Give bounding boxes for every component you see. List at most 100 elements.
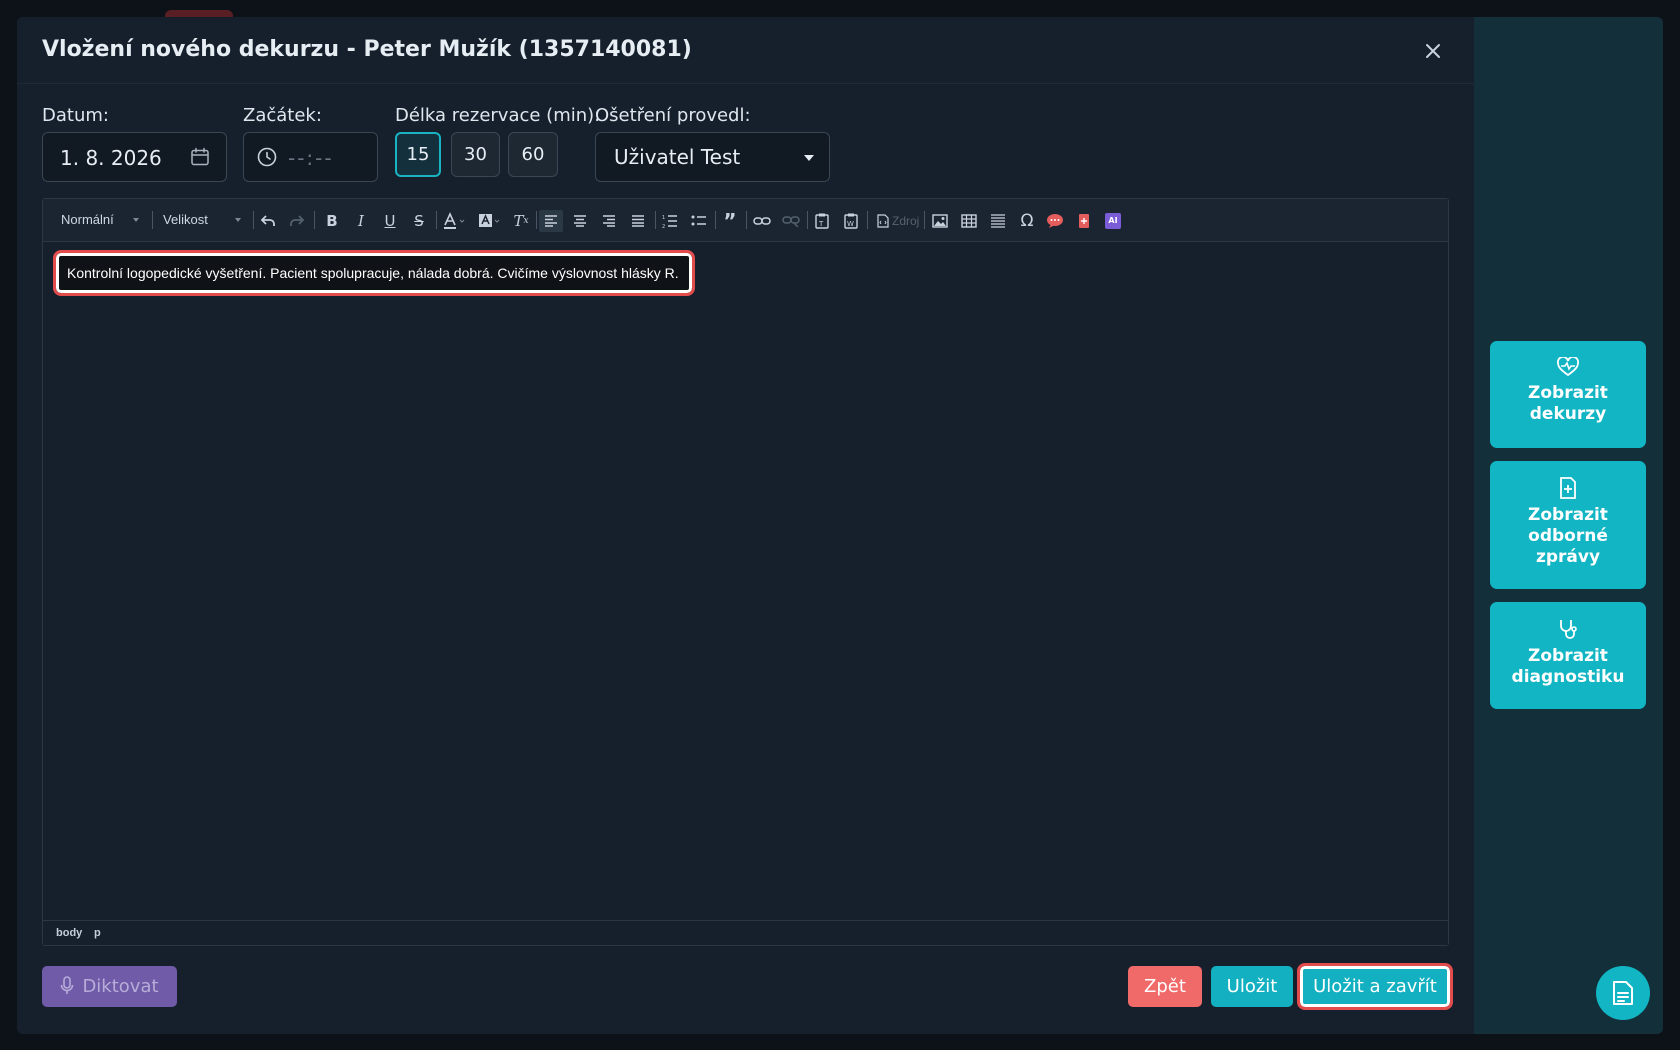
toolbar-separator: [924, 211, 925, 229]
table-icon[interactable]: [957, 210, 981, 232]
dictate-button[interactable]: Diktovat: [42, 966, 177, 1007]
redo-icon[interactable]: [285, 210, 309, 232]
size-combo[interactable]: Velikost: [153, 209, 245, 231]
paste-text-icon[interactable]: T: [810, 210, 834, 232]
start-label: Začátek:: [243, 105, 322, 126]
show-dekurzy-button[interactable]: Zobrazit dekurzy: [1490, 341, 1646, 448]
svg-text:T: T: [818, 220, 824, 228]
comment-icon[interactable]: [1043, 210, 1067, 232]
performed-by-label: Ošetření provedl:: [595, 105, 751, 126]
save-and-close-button[interactable]: Uložit a zavřít: [1297, 963, 1453, 1010]
back-button[interactable]: Zpět: [1128, 966, 1202, 1007]
align-center-icon[interactable]: [568, 210, 592, 232]
path-item-body[interactable]: body: [56, 927, 82, 939]
remove-format-icon[interactable]: Tx: [509, 210, 533, 232]
show-diagnostics-line1: Zobrazit: [1528, 646, 1608, 666]
toolbar-separator: [536, 211, 537, 229]
stethoscope-icon: [1560, 620, 1577, 639]
svg-text:2: 2: [662, 224, 665, 228]
duration-15-button[interactable]: 15: [395, 132, 441, 177]
close-button[interactable]: [1421, 39, 1445, 63]
svg-text:W: W: [847, 220, 854, 228]
template-icon[interactable]: [1072, 210, 1096, 232]
align-left-icon[interactable]: [539, 210, 563, 232]
ai-label: AI: [1105, 213, 1121, 229]
date-value: 1. 8. 2026: [60, 146, 162, 170]
show-diagnostics-button[interactable]: Zobrazit diagnostiku: [1490, 602, 1646, 709]
format-combo-label: Normální: [61, 212, 114, 227]
toolbar-separator: [867, 211, 868, 229]
editor-toolbar: Normální Velikost B I U S Tx 1 2 ” T W Z…: [43, 199, 1448, 242]
show-dekurzy-line2: dekurzy: [1529, 404, 1607, 424]
toolbar-separator: [655, 211, 656, 229]
show-reports-line3: zprávy: [1535, 547, 1601, 567]
dialog-main: Vložení nového dekurzu - Peter Mužík (13…: [17, 17, 1474, 1034]
show-reports-button[interactable]: Zobrazit odborné zprávy: [1490, 461, 1646, 589]
duration-label: Délka rezervace (min):: [395, 105, 601, 126]
start-time-placeholder: --:--: [288, 146, 334, 170]
clock-icon: [256, 146, 278, 168]
editor-status-bar: body p: [43, 920, 1448, 945]
align-justify-icon[interactable]: [626, 210, 650, 232]
rich-text-editor: Normální Velikost B I U S Tx 1 2 ” T W Z…: [42, 198, 1449, 946]
text-color-icon[interactable]: [439, 210, 471, 232]
special-char-icon[interactable]: Ω: [1015, 210, 1039, 232]
start-time-input[interactable]: --:--: [243, 132, 378, 182]
notes-fab-button[interactable]: [1596, 966, 1650, 1020]
duration-60-button[interactable]: 60: [508, 132, 558, 177]
horizontal-line-icon[interactable]: [986, 210, 1010, 232]
heart-pulse-icon: [1557, 357, 1579, 377]
show-reports-line1: Zobrazit: [1528, 505, 1608, 525]
ai-icon[interactable]: AI: [1101, 210, 1125, 232]
show-diagnostics-line2: diagnostiku: [1511, 667, 1625, 687]
duration-30-button[interactable]: 30: [451, 132, 500, 177]
bulleted-list-icon[interactable]: [687, 210, 711, 232]
path-item-p[interactable]: p: [94, 927, 101, 939]
underline-icon[interactable]: U: [378, 210, 402, 232]
format-combo[interactable]: Normální: [51, 209, 143, 231]
performed-by-select[interactable]: Uživatel Test: [595, 132, 830, 182]
toolbar-separator: [436, 211, 437, 229]
size-combo-label: Velikost: [163, 212, 208, 227]
close-icon: [1426, 44, 1440, 58]
toolbar-separator: [807, 211, 808, 229]
image-icon[interactable]: [928, 210, 952, 232]
toolbar-separator: [715, 211, 716, 229]
numbered-list-icon[interactable]: 12: [658, 210, 682, 232]
editor-paragraph[interactable]: Kontrolní logopedické vyšetření. Pacient…: [53, 250, 695, 296]
show-reports-line2: odborné: [1528, 526, 1608, 546]
toolbar-separator: [314, 211, 315, 229]
format-caret-icon: [133, 218, 139, 222]
editor-content-area[interactable]: Kontrolní logopedické vyšetření. Pacient…: [43, 243, 1448, 920]
performed-by-value: Uživatel Test: [614, 145, 741, 169]
new-dekurz-dialog: Vložení nového dekurzu - Peter Mužík (13…: [17, 17, 1663, 1034]
undo-icon[interactable]: [256, 210, 280, 232]
link-icon[interactable]: [750, 210, 774, 232]
chevron-down-icon: [804, 155, 814, 161]
calendar-icon[interactable]: [189, 146, 211, 168]
save-button[interactable]: Uložit: [1211, 966, 1293, 1007]
toolbar-separator: [253, 211, 254, 229]
svg-text:1: 1: [662, 215, 665, 221]
unlink-icon[interactable]: [779, 210, 803, 232]
strikethrough-icon[interactable]: S: [407, 210, 431, 232]
size-caret-icon: [235, 218, 241, 222]
side-panel: Zobrazit dekurzy Zobrazit odborné zprávy…: [1474, 17, 1663, 1034]
date-input[interactable]: 1. 8. 2026: [42, 132, 227, 182]
date-label: Datum:: [42, 105, 109, 126]
toolbar-separator: [746, 211, 747, 229]
show-dekurzy-line1: Zobrazit: [1528, 383, 1608, 403]
dialog-header: Vložení nového dekurzu - Peter Mužík (13…: [17, 17, 1474, 84]
dialog-title: Vložení nového dekurzu - Peter Mužík (13…: [42, 37, 692, 62]
align-right-icon[interactable]: [597, 210, 621, 232]
document-icon: [1613, 981, 1633, 1005]
file-plus-icon: [1560, 477, 1576, 499]
source-label[interactable]: Zdroj: [892, 210, 919, 232]
paste-word-icon[interactable]: W: [839, 210, 863, 232]
background-color-icon[interactable]: [474, 210, 506, 232]
bold-icon[interactable]: B: [320, 210, 344, 232]
dictate-label: Diktovat: [82, 976, 159, 997]
italic-icon[interactable]: I: [349, 210, 373, 232]
microphone-icon: [61, 975, 74, 994]
blockquote-icon[interactable]: ”: [718, 209, 742, 233]
